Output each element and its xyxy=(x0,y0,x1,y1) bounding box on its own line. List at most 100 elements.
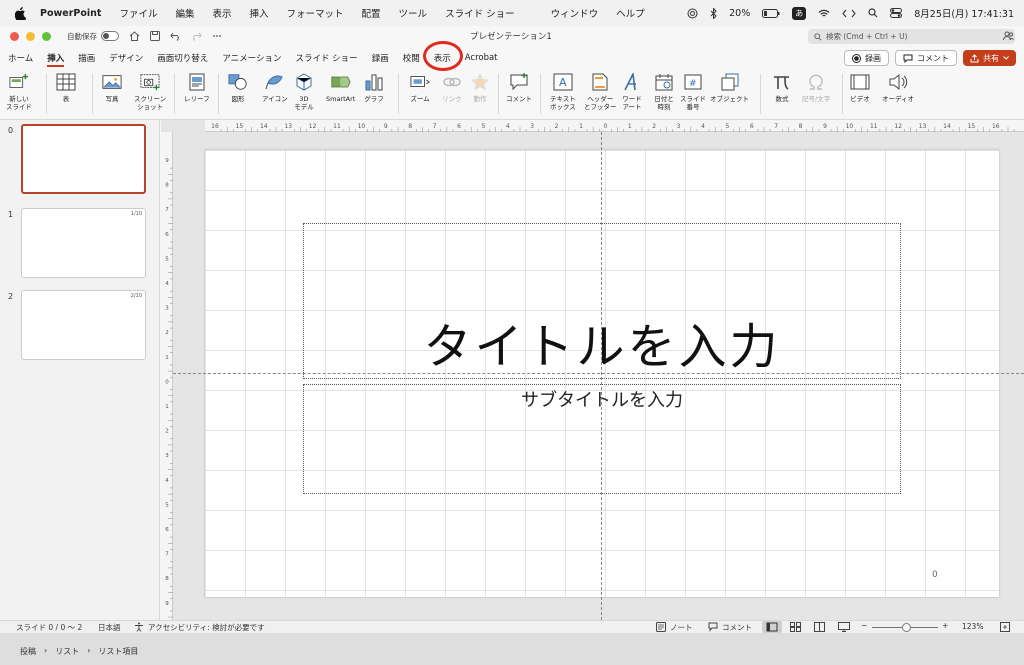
tab-home[interactable]: ホーム xyxy=(8,46,33,70)
autosave-toggle[interactable] xyxy=(101,31,119,41)
menu-slideshow[interactable]: スライド ショー xyxy=(445,6,515,20)
spotlight-search-icon[interactable] xyxy=(868,8,878,18)
zoom-out-button[interactable]: − xyxy=(861,621,867,630)
fit-to-window-icon[interactable] xyxy=(1000,622,1010,632)
icons-button[interactable]: アイコン xyxy=(262,72,288,103)
slideshow-view-button[interactable] xyxy=(838,622,850,632)
breadcrumb-item-list[interactable]: リスト xyxy=(55,646,79,657)
vertical-ruler[interactable]: 9 8 7 6 5 4 3 2 1 0 1 2 3 4 5 6 7 8 9 xyxy=(161,132,173,620)
menubar-clock[interactable]: 8月25日(月) 17:41:31 xyxy=(914,6,1014,20)
tab-record[interactable]: 録画 xyxy=(372,46,389,70)
tab-acrobat[interactable]: Acrobat xyxy=(465,46,498,70)
tab-design[interactable]: デザイン xyxy=(109,46,143,70)
zoom-window-button[interactable] xyxy=(42,31,51,41)
breadcrumb-item-posts[interactable]: 投稿 xyxy=(20,646,36,657)
leaflet-button[interactable]: レリーフ xyxy=(184,72,210,103)
header-footer-button[interactable]: ヘッダー とフッター xyxy=(584,72,617,111)
battery-icon[interactable] xyxy=(762,8,780,18)
reading-view-button[interactable] xyxy=(814,622,825,632)
comments-status-button[interactable]: コメント xyxy=(722,622,752,633)
comments-button[interactable]: コメント xyxy=(895,50,957,66)
menu-view[interactable]: 表示 xyxy=(212,6,231,20)
tab-draw[interactable]: 描画 xyxy=(78,46,95,70)
control-center-icon[interactable] xyxy=(890,8,903,18)
chart-button[interactable]: グラフ xyxy=(364,72,384,103)
accessibility-status[interactable]: アクセシビリティ: 検討が必要です xyxy=(148,622,265,633)
account-icon[interactable] xyxy=(1003,30,1014,41)
ruler-tick-label: 5 xyxy=(725,123,729,130)
zoom-percentage[interactable]: 123% xyxy=(962,622,983,631)
zoom-button[interactable]: ズーム xyxy=(410,72,430,103)
slide-thumbnail-1[interactable]: 1/10 xyxy=(21,208,146,278)
tab-review[interactable]: 校閲 xyxy=(403,46,420,70)
comment-button[interactable]: コメント xyxy=(506,72,532,103)
menu-window[interactable]: ウィンドウ xyxy=(551,6,599,20)
search-field[interactable]: 検索 (Cmd + Ctrl + U) xyxy=(808,29,1015,44)
airplay-icon[interactable] xyxy=(687,8,698,19)
close-window-button[interactable] xyxy=(10,31,19,41)
screenshot-button[interactable]: スクリーン ショット xyxy=(134,72,166,111)
menu-arrange[interactable]: 配置 xyxy=(362,6,381,20)
record-button[interactable]: 録画 xyxy=(844,50,889,66)
tab-insert[interactable]: 挿入 xyxy=(47,46,65,70)
tab-transitions[interactable]: 画面切り替え xyxy=(157,46,208,70)
3d-model-button[interactable]: 3D モデル xyxy=(294,72,314,111)
menu-app-name[interactable]: PowerPoint xyxy=(40,8,101,19)
comments-status-icon[interactable] xyxy=(708,622,718,632)
menu-insert[interactable]: 挿入 xyxy=(250,6,269,20)
input-method-indicator[interactable]: あ xyxy=(792,6,807,20)
datetime-label-1: 日付と xyxy=(654,95,674,103)
slide-title-text[interactable]: タイトルを入力 xyxy=(303,307,901,377)
more-options-icon[interactable] xyxy=(212,31,222,41)
undo-icon[interactable] xyxy=(170,31,181,41)
horizontal-ruler[interactable]: 16 15 14 13 12 11 10 9 8 7 6 5 4 3 2 1 0 1 2 3 4 5 6 7 8 9 10 11 12 1… xyxy=(205,120,1024,132)
audio-button[interactable]: オーディオ xyxy=(882,72,914,103)
share-button[interactable]: 共有 xyxy=(963,50,1016,66)
datetime-button[interactable]: 日付と 時刻 xyxy=(654,72,674,111)
menu-format[interactable]: フォーマット xyxy=(287,6,344,20)
bluetooth-icon[interactable] xyxy=(710,7,717,19)
ruler-tick-label: 5 xyxy=(165,256,169,262)
home-icon[interactable] xyxy=(129,31,140,41)
link-button: リンク xyxy=(442,72,462,103)
notes-button[interactable]: ノート xyxy=(670,622,693,633)
equation-button[interactable]: 数式 xyxy=(772,72,792,103)
video-button[interactable]: ビデオ xyxy=(850,72,870,103)
minimize-window-button[interactable] xyxy=(26,31,35,41)
wifi-icon[interactable] xyxy=(818,9,830,18)
slide-thumbnail-0[interactable] xyxy=(21,124,146,194)
slide-sorter-view-button[interactable] xyxy=(790,622,801,632)
chevron-right-icon: › xyxy=(44,646,48,655)
photo-button[interactable]: 写真 xyxy=(102,72,122,103)
tab-slideshow[interactable]: スライド ショー xyxy=(295,46,357,70)
table-button[interactable]: 表 xyxy=(56,72,76,103)
normal-view-button[interactable] xyxy=(762,621,782,633)
ruler-tick-label: 9 xyxy=(165,158,169,164)
vertical-guide[interactable] xyxy=(601,132,602,620)
save-icon[interactable] xyxy=(150,31,160,41)
slide-thumbnail-2[interactable]: 2/10 xyxy=(21,290,146,360)
action-label: 動作 xyxy=(473,95,487,103)
menu-edit[interactable]: 編集 xyxy=(175,6,194,20)
zoom-slider-handle[interactable] xyxy=(902,623,911,632)
language-indicator[interactable]: 日本語 xyxy=(98,622,121,633)
wordart-button[interactable]: ワード アート xyxy=(622,72,642,111)
notes-icon[interactable] xyxy=(656,622,666,632)
zoom-in-button[interactable]: + xyxy=(942,621,948,630)
ruler-tick-label: 1 xyxy=(165,404,169,410)
new-slide-button[interactable]: 新しい スライド xyxy=(6,72,32,111)
smartart-button[interactable]: SmartArt xyxy=(326,72,355,103)
menu-tools[interactable]: ツール xyxy=(399,6,428,20)
apple-icon[interactable] xyxy=(14,6,26,20)
shapes-button[interactable]: 図形 xyxy=(228,72,248,103)
menu-help[interactable]: ヘルプ xyxy=(616,6,645,20)
horizontal-guide[interactable] xyxy=(173,373,1024,374)
accessibility-icon[interactable] xyxy=(134,622,144,632)
textbox-button[interactable]: A テキスト ボックス xyxy=(550,72,576,111)
code-brackets-icon[interactable] xyxy=(842,9,856,18)
menu-file[interactable]: ファイル xyxy=(119,6,157,20)
slide-subtitle-text[interactable]: サブタイトルを入力 xyxy=(303,386,901,412)
object-button[interactable]: オブジェクト xyxy=(710,72,749,103)
tab-animations[interactable]: アニメーション xyxy=(222,46,281,70)
slide-number-button[interactable]: # スライド 番号 xyxy=(680,72,706,111)
